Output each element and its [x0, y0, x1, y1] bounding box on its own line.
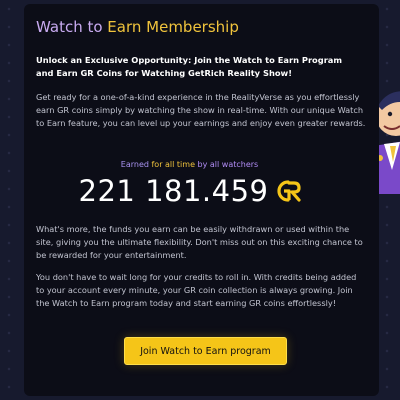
join-program-button[interactable]: Join Watch to Earn program [124, 337, 287, 365]
earned-label: Earned for all time by all watchers [24, 160, 355, 169]
page-title: Watch to Earn Membership [36, 18, 239, 36]
earned-label-prefix: Earned [120, 160, 152, 169]
earned-label-suffix: by all watchers [197, 160, 259, 169]
gr-coin-icon [276, 180, 301, 202]
credits-paragraph: You don't have to wait long for your cre… [36, 272, 357, 309]
intro-paragraph: Get ready for a one-of-a-kind experience… [36, 92, 366, 129]
earned-amount: 221 181.459 [78, 174, 269, 208]
earned-amount-row: 221 181.459 [24, 174, 355, 208]
lead-text: Unlock an Exclusive Opportunity: Join th… [36, 55, 343, 78]
title-prefix: Watch to [36, 18, 108, 36]
earned-label-middle: for all time [151, 160, 198, 169]
membership-card: Watch to Earn Membership Unlock an Exclu… [24, 4, 379, 396]
withdraw-paragraph: What's more, the funds you earn can be e… [36, 224, 363, 261]
title-suffix: Earn Membership [107, 18, 239, 36]
